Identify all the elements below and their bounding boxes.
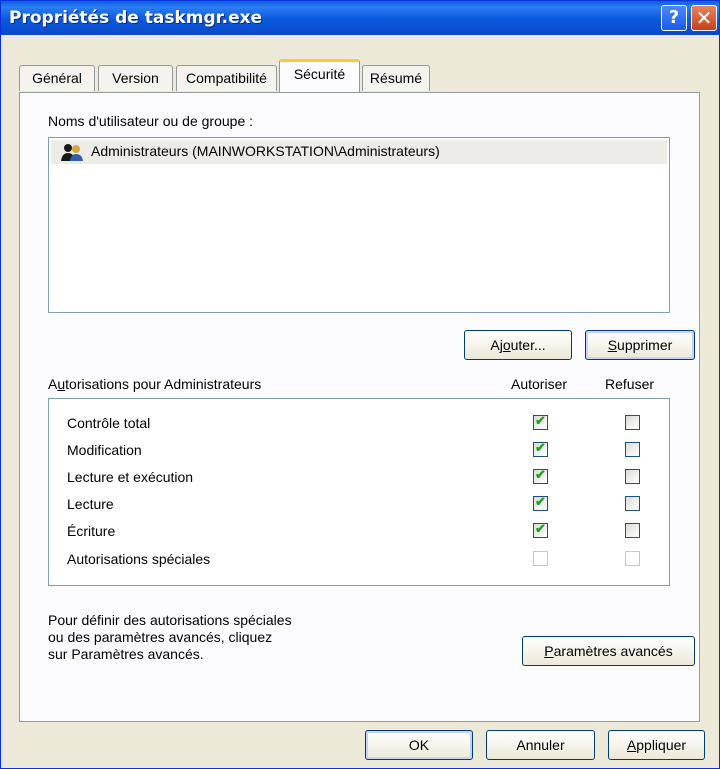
advanced-hint-line-2: ou des paramètres avancés, cliquez [48, 629, 273, 645]
advanced-label-end: aramètres avancés [553, 643, 673, 659]
users-label: Noms d'utilisateur ou de groupe : [48, 113, 254, 129]
permissions-label-start: A [48, 376, 58, 392]
title-bar[interactable]: Propriétés de taskmgr.exe ? ✕ [1, 1, 719, 35]
advanced-hint-line-1: Pour définir des autorisations spéciales [48, 612, 292, 628]
remove-access-key: S [607, 337, 618, 353]
security-panel: Noms d'utilisateur ou de groupe : Admini… [19, 92, 700, 722]
check-mark-icon: ✔ [535, 467, 546, 482]
add-label-end: uter... [510, 337, 546, 353]
remove-label-end: upprimer [617, 337, 673, 353]
remove-button[interactable]: Supprimer [585, 330, 695, 360]
allow-checkbox [533, 551, 548, 566]
apply-button[interactable]: Appliquer [608, 730, 705, 760]
permission-name: Lecture et exécution [67, 469, 194, 485]
permission-row: Lecture ✔ [49, 492, 669, 518]
help-button[interactable]: ? [661, 5, 687, 31]
deny-checkbox[interactable] [625, 496, 640, 511]
cancel-button[interactable]: Annuler [486, 730, 595, 760]
apply-label-end: ppliquer [636, 737, 687, 753]
permission-name: Autorisations spéciales [67, 551, 211, 567]
tab-general[interactable]: Général [19, 65, 95, 91]
add-access-key: o [502, 337, 511, 353]
deny-checkbox[interactable] [625, 442, 640, 457]
permission-name: Lecture [67, 496, 114, 512]
permission-name: Écriture [67, 523, 116, 539]
tab-summary[interactable]: Résumé [362, 65, 430, 91]
user-group-icon [61, 144, 83, 161]
advanced-access-key: P [544, 643, 554, 659]
tab-version[interactable]: Version [98, 65, 173, 91]
deny-header: Refuser [605, 376, 655, 392]
add-label-start: Aj [490, 337, 503, 353]
permissions-list: Contrôle total ✔ Modification ✔ Lecture … [48, 398, 670, 586]
permission-row: Contrôle total ✔ [49, 411, 669, 437]
permission-row: Écriture ✔ [49, 519, 669, 545]
permission-row: Autorisations spéciales [49, 547, 669, 573]
permission-name: Contrôle total [67, 415, 151, 431]
advanced-hint-line-3: sur Paramètres avancés. [48, 646, 204, 662]
check-mark-icon: ✔ [535, 494, 546, 509]
allow-checkbox[interactable]: ✔ [533, 440, 548, 457]
tab-security[interactable]: Sécurité [279, 59, 360, 92]
list-item[interactable]: Administrateurs (MAINWORKSTATION\Adminis… [51, 140, 667, 164]
allow-checkbox[interactable]: ✔ [533, 494, 548, 511]
permission-row: Modification ✔ [49, 438, 669, 464]
allow-checkbox[interactable]: ✔ [533, 413, 548, 430]
check-mark-icon: ✔ [535, 440, 546, 455]
ok-button[interactable]: OK [365, 730, 473, 760]
tab-compatibility[interactable]: Compatibilité [176, 65, 277, 91]
permissions-label-end: torisations pour Administrateurs [65, 376, 262, 392]
deny-checkbox[interactable] [625, 469, 640, 484]
deny-checkbox [625, 551, 640, 566]
check-mark-icon: ✔ [535, 521, 546, 536]
deny-checkbox[interactable] [625, 415, 640, 430]
allow-checkbox[interactable]: ✔ [533, 467, 548, 484]
apply-access-key: A [626, 737, 637, 753]
allow-header: Autoriser [511, 376, 568, 392]
permission-name: Modification [67, 442, 142, 458]
users-listbox[interactable]: Administrateurs (MAINWORKSTATION\Adminis… [48, 137, 670, 313]
permissions-label: Autorisations pour Administrateurs [48, 376, 261, 392]
deny-checkbox[interactable] [625, 523, 640, 538]
permission-row: Lecture et exécution ✔ [49, 465, 669, 491]
add-button[interactable]: Ajouter... [464, 330, 572, 360]
properties-dialog: Propriétés de taskmgr.exe ? ✕ Général Ve… [0, 0, 720, 769]
permissions-access-key: u [57, 376, 66, 392]
user-group-name: Administrateurs (MAINWORKSTATION\Adminis… [91, 143, 440, 159]
window-title: Propriétés de taskmgr.exe [9, 8, 263, 28]
check-mark-icon: ✔ [535, 413, 546, 428]
advanced-settings-button[interactable]: Paramètres avancés [522, 636, 695, 666]
close-button[interactable]: ✕ [691, 5, 717, 31]
allow-checkbox[interactable]: ✔ [533, 521, 548, 538]
